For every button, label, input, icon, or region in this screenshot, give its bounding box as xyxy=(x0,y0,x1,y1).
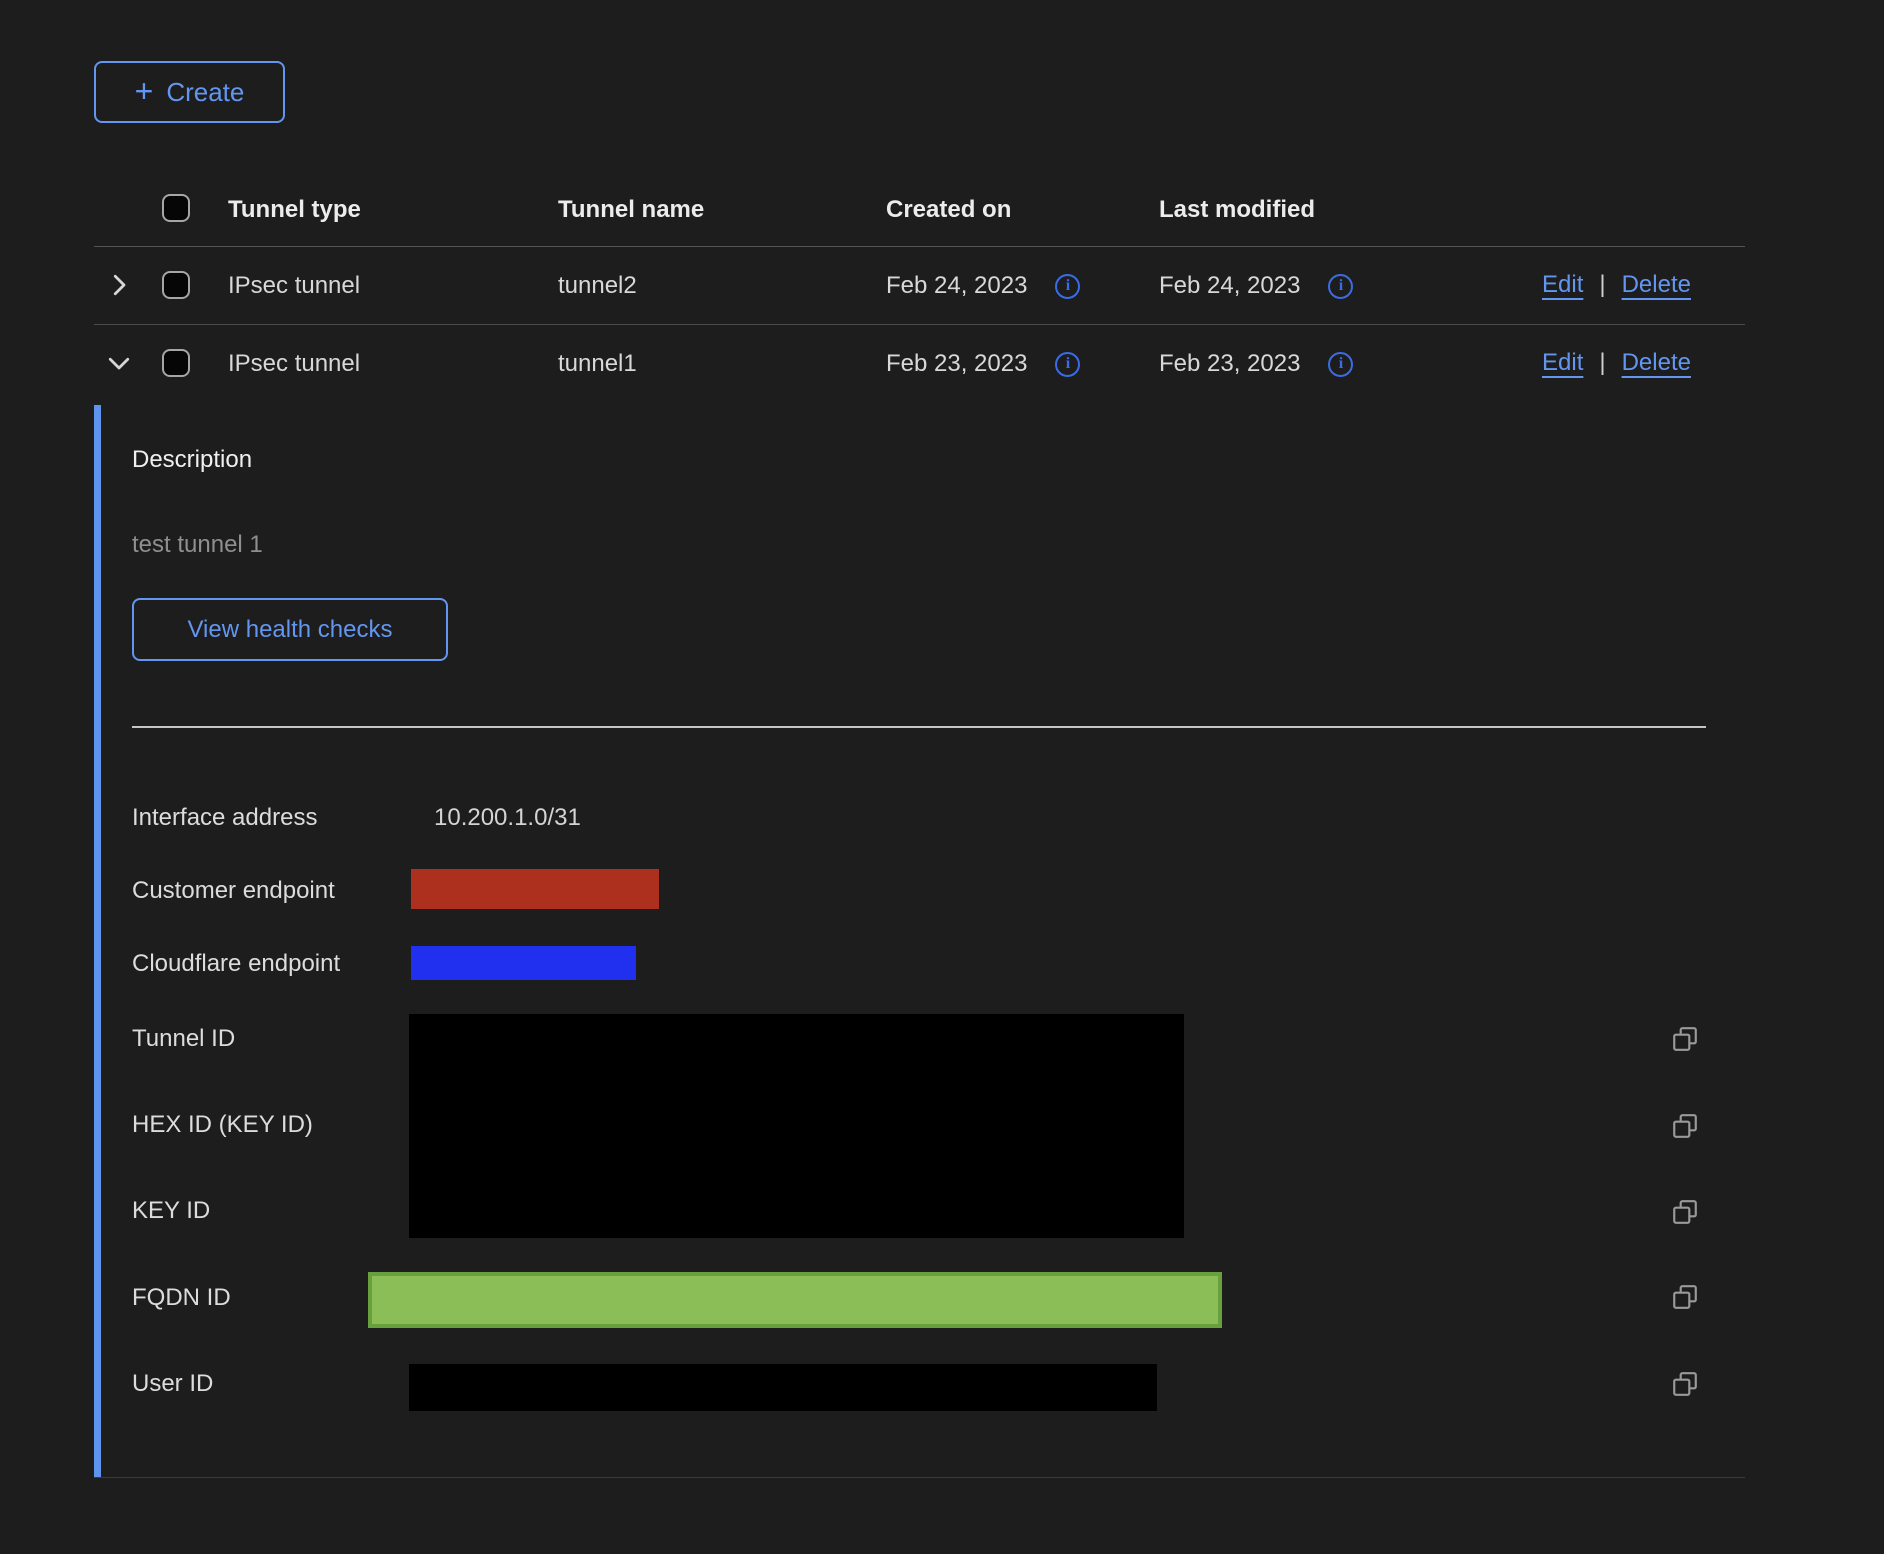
view-health-checks-button[interactable]: View health checks xyxy=(132,598,448,661)
last-modified-date: Feb 24, 2023 xyxy=(1159,272,1300,300)
row-checkbox-tunnel1[interactable] xyxy=(162,349,190,377)
copy-hex-id-button[interactable] xyxy=(1670,1112,1700,1142)
copy-icon xyxy=(1671,1198,1699,1226)
tunnel-type-cell: IPsec tunnel xyxy=(228,350,360,378)
copy-icon xyxy=(1671,1025,1699,1053)
row-checkbox-tunnel2[interactable] xyxy=(162,271,190,299)
interface-address-value: 10.200.1.0/31 xyxy=(434,804,581,832)
info-icon[interactable]: i xyxy=(1328,352,1353,377)
customer-endpoint-label: Customer endpoint xyxy=(132,877,335,905)
copy-icon xyxy=(1671,1283,1699,1311)
tunnels-page: + Create Tunnel type Tunnel name Created… xyxy=(0,0,1884,1554)
created-on-date: Feb 24, 2023 xyxy=(886,272,1027,300)
tunnel-name-cell: tunnel1 xyxy=(558,350,637,378)
interface-address-label: Interface address xyxy=(132,804,317,832)
description-label: Description xyxy=(132,446,252,474)
header-divider xyxy=(94,246,1745,247)
copy-icon xyxy=(1671,1112,1699,1140)
tunnel-id-label: Tunnel ID xyxy=(132,1025,235,1053)
create-button[interactable]: + Create xyxy=(94,61,285,123)
expand-row-button[interactable] xyxy=(104,270,134,300)
copy-icon xyxy=(1671,1370,1699,1398)
tunnel-type-cell: IPsec tunnel xyxy=(228,272,360,300)
created-on-cell: Feb 24, 2023 i xyxy=(886,272,1080,300)
cloudflare-endpoint-redacted-value xyxy=(411,946,636,980)
cloudflare-endpoint-label: Cloudflare endpoint xyxy=(132,950,340,978)
plus-icon: + xyxy=(135,75,154,107)
actions-separator: | xyxy=(1599,349,1605,377)
chevron-right-icon xyxy=(104,270,134,300)
last-modified-cell: Feb 24, 2023 i xyxy=(1159,272,1353,300)
select-all-checkbox[interactable] xyxy=(162,194,190,222)
copy-tunnel-id-button[interactable] xyxy=(1670,1025,1700,1055)
row-divider xyxy=(94,324,1745,325)
ids-redacted-value xyxy=(409,1014,1184,1238)
fqdn-id-label: FQDN ID xyxy=(132,1284,231,1312)
hex-id-label: HEX ID (KEY ID) xyxy=(132,1111,313,1139)
tunnel-name-cell: tunnel2 xyxy=(558,272,637,300)
info-icon[interactable]: i xyxy=(1328,274,1353,299)
expanded-panel-bottom-divider xyxy=(94,1477,1745,1478)
customer-endpoint-redacted-value xyxy=(411,869,659,909)
copy-user-id-button[interactable] xyxy=(1670,1370,1700,1400)
delete-link[interactable]: Delete xyxy=(1622,271,1691,299)
expanded-row-accent-bar xyxy=(94,405,101,1478)
row-actions: Edit | Delete xyxy=(1542,349,1691,377)
created-on-cell: Feb 23, 2023 i xyxy=(886,350,1080,378)
chevron-down-icon xyxy=(104,348,134,378)
last-modified-cell: Feb 23, 2023 i xyxy=(1159,350,1353,378)
actions-separator: | xyxy=(1599,271,1605,299)
edit-link[interactable]: Edit xyxy=(1542,349,1583,377)
column-header-created-on: Created on xyxy=(886,196,1011,224)
collapse-row-button[interactable] xyxy=(104,348,134,378)
user-id-label: User ID xyxy=(132,1370,213,1398)
info-icon[interactable]: i xyxy=(1055,274,1080,299)
column-header-tunnel-type: Tunnel type xyxy=(228,196,361,224)
copy-key-id-button[interactable] xyxy=(1670,1198,1700,1228)
column-header-last-modified: Last modified xyxy=(1159,196,1315,224)
column-header-tunnel-name: Tunnel name xyxy=(558,196,704,224)
created-on-date: Feb 23, 2023 xyxy=(886,350,1027,378)
last-modified-date: Feb 23, 2023 xyxy=(1159,350,1300,378)
delete-link[interactable]: Delete xyxy=(1622,349,1691,377)
create-button-label: Create xyxy=(166,77,244,108)
fqdn-id-redacted-value xyxy=(368,1272,1222,1328)
info-icon[interactable]: i xyxy=(1055,352,1080,377)
row-actions: Edit | Delete xyxy=(1542,271,1691,299)
key-id-label: KEY ID xyxy=(132,1197,210,1225)
panel-divider xyxy=(132,726,1706,728)
user-id-redacted-value xyxy=(409,1364,1157,1411)
edit-link[interactable]: Edit xyxy=(1542,271,1583,299)
description-value: test tunnel 1 xyxy=(132,531,263,559)
copy-fqdn-id-button[interactable] xyxy=(1670,1283,1700,1313)
